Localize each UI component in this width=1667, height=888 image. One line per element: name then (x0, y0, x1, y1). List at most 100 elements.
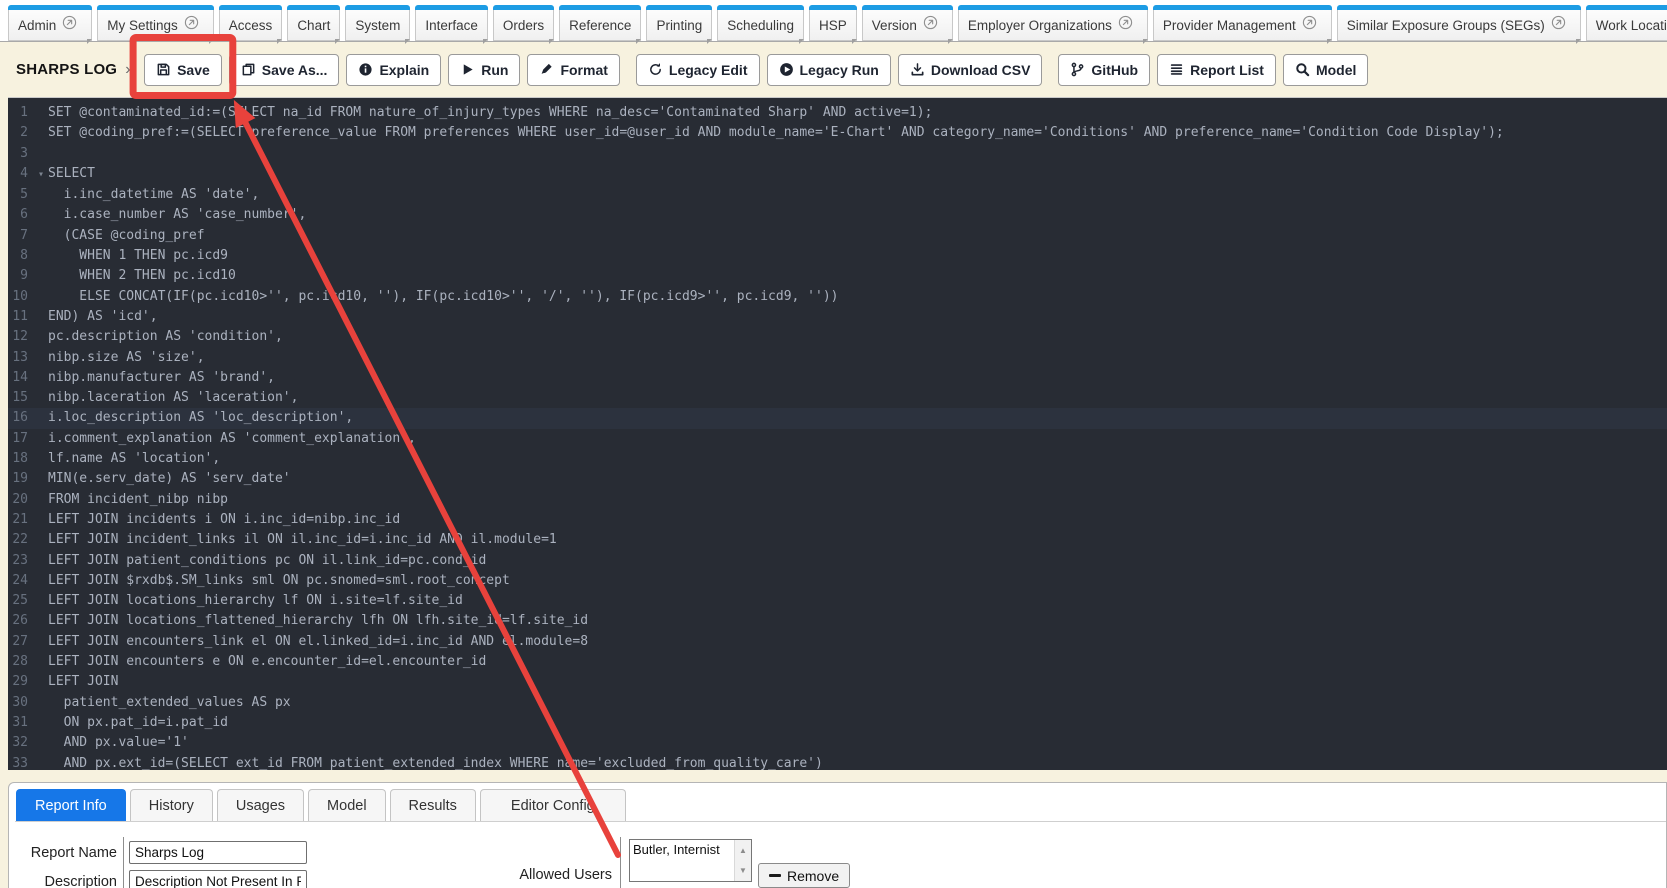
code-line[interactable]: 30 patient_extended_values AS px (8, 693, 1667, 713)
toolbar-button-report-list[interactable]: Report List (1157, 54, 1276, 86)
toolbar-button-run[interactable]: Run (448, 54, 520, 86)
code-line[interactable]: 24LEFT JOIN $rxdb$.SM_links sml ON pc.sn… (8, 571, 1667, 591)
scroll-up-icon[interactable]: ▲ (735, 840, 751, 861)
code-line[interactable]: 6 i.case_number AS 'case_number', (8, 205, 1667, 225)
code-text: MIN(e.serv_date) AS 'serv_date' (48, 471, 291, 486)
code-line[interactable]: 2SET @coding_pref:=(SELECT preference_va… (8, 123, 1667, 143)
toolbar-button-label: Save (177, 62, 210, 78)
tab-editor-config[interactable]: Editor Config (480, 789, 626, 821)
report-toolbar: SHARPS LOG » SaveSave As...ExplainRunFor… (0, 42, 1667, 97)
code-line[interactable]: 19MIN(e.serv_date) AS 'serv_date' (8, 469, 1667, 489)
code-line[interactable]: 10 ELSE CONCAT(IF(pc.icd10>'', pc.icd10,… (8, 287, 1667, 307)
fold-arrow-icon[interactable]: ▾ (34, 165, 48, 185)
nav-tab-reference[interactable]: Reference (559, 5, 641, 41)
nav-tab-employer-organizations[interactable]: Employer Organizations (958, 5, 1148, 41)
code-line[interactable]: 16i.loc_description AS 'loc_description'… (8, 408, 1667, 428)
help-icon[interactable] (923, 15, 943, 35)
code-line[interactable]: 17i.comment_explanation AS 'comment_expl… (8, 429, 1667, 449)
nav-tab-similar-exposure-groups-segs[interactable]: Similar Exposure Groups (SEGs) (1337, 5, 1581, 41)
description-input[interactable] (129, 870, 307, 888)
nav-tab-provider-management[interactable]: Provider Management (1153, 5, 1332, 41)
code-line[interactable]: 13nibp.size AS 'size', (8, 348, 1667, 368)
toolbar-button-download-csv[interactable]: Download CSV (898, 54, 1043, 86)
code-line[interactable]: 12pc.description AS 'condition', (8, 327, 1667, 347)
nav-tab-printing[interactable]: Printing (646, 5, 712, 41)
code-line[interactable]: 32 AND px.value='1' (8, 733, 1667, 753)
toolbar-button-save-as[interactable]: Save As... (229, 54, 340, 86)
code-line[interactable]: 23LEFT JOIN patient_conditions pc ON il.… (8, 551, 1667, 571)
remove-user-button[interactable]: Remove (758, 863, 850, 888)
code-text: LEFT JOIN $rxdb$.SM_links sml ON pc.snom… (48, 573, 510, 588)
code-line[interactable]: 29LEFT JOIN (8, 672, 1667, 692)
code-line[interactable]: 22LEFT JOIN incident_links il ON il.inc_… (8, 530, 1667, 550)
code-line[interactable]: 8 WHEN 1 THEN pc.icd9 (8, 246, 1667, 266)
code-line[interactable]: 15nibp.laceration AS 'laceration', (8, 388, 1667, 408)
list-icon (1169, 62, 1184, 77)
scroll-down-icon[interactable]: ▼ (735, 861, 751, 882)
nav-tab-my-settings[interactable]: My Settings (97, 5, 214, 41)
toolbar-button-save[interactable]: Save (144, 54, 222, 86)
nav-tab-work-locations[interactable]: Work Locations (1586, 5, 1667, 41)
code-line[interactable]: 21LEFT JOIN incidents i ON i.inc_id=nibp… (8, 510, 1667, 530)
code-line[interactable]: 33 AND px.ext_id=(SELECT ext_id FROM pat… (8, 754, 1667, 771)
nav-tab-label: Work Locations (1596, 18, 1667, 33)
code-line[interactable]: 26LEFT JOIN locations_flattened_hierarch… (8, 611, 1667, 631)
tab-report-info[interactable]: Report Info (16, 789, 126, 821)
toolbar-button-legacy-run[interactable]: Legacy Run (767, 54, 891, 86)
code-line[interactable]: 25LEFT JOIN locations_hierarchy lf ON i.… (8, 591, 1667, 611)
code-text: AND px.value='1' (48, 735, 189, 750)
code-text: FROM incident_nibp nibp (48, 492, 228, 507)
line-number: 15 (8, 388, 34, 408)
nav-tab-scheduling[interactable]: Scheduling (717, 5, 804, 41)
allowed-user-option[interactable]: Butler, Internist (630, 840, 734, 859)
listbox-scrollbar: ▲ ▼ (734, 840, 751, 881)
tab-results[interactable]: Results (390, 789, 476, 821)
code-line[interactable]: 14nibp.manufacturer AS 'brand', (8, 368, 1667, 388)
toolbar-button-format[interactable]: Format (527, 54, 619, 86)
code-line[interactable]: 5 i.inc_datetime AS 'date', (8, 185, 1667, 205)
toolbar-button-legacy-edit[interactable]: Legacy Edit (636, 54, 760, 86)
code-line[interactable]: 7 (CASE @coding_pref (8, 226, 1667, 246)
code-line[interactable]: 20FROM incident_nibp nibp (8, 490, 1667, 510)
nav-tab-admin[interactable]: Admin (8, 5, 92, 41)
nav-tab-hsp[interactable]: HSP (809, 5, 857, 41)
code-line[interactable]: 28LEFT JOIN encounters e ON e.encounter_… (8, 652, 1667, 672)
code-line[interactable]: 27LEFT JOIN encounters_link el ON el.lin… (8, 632, 1667, 652)
code-line[interactable]: 11END) AS 'icd', (8, 307, 1667, 327)
code-line[interactable]: 3 (8, 144, 1667, 164)
line-number: 4 (8, 164, 34, 184)
nav-tab-interface[interactable]: Interface (415, 5, 488, 41)
help-icon[interactable] (1551, 15, 1571, 35)
nav-tab-label: Interface (425, 18, 478, 33)
nav-tab-version[interactable]: Version (862, 5, 953, 41)
toolbar-button-explain[interactable]: Explain (346, 54, 441, 86)
code-line[interactable]: 1SET @contaminated_id:=(SELECT na_id FRO… (8, 103, 1667, 123)
code-line[interactable]: 9 WHEN 2 THEN pc.icd10 (8, 266, 1667, 286)
nav-tab-system[interactable]: System (345, 5, 410, 41)
code-line[interactable]: 18lf.name AS 'location', (8, 449, 1667, 469)
help-icon[interactable] (1118, 15, 1138, 35)
report-name-input[interactable] (129, 841, 307, 864)
sql-editor[interactable]: 1SET @contaminated_id:=(SELECT na_id FRO… (8, 97, 1667, 770)
nav-tab-chart[interactable]: Chart (287, 5, 340, 41)
code-line[interactable]: 31 ON px.pat_id=i.pat_id (8, 713, 1667, 733)
help-icon[interactable] (184, 15, 204, 35)
nav-tab-label: Access (229, 18, 273, 33)
tab-model[interactable]: Model (308, 789, 386, 821)
nav-tab-access[interactable]: Access (219, 5, 283, 41)
nav-tab-orders[interactable]: Orders (493, 5, 554, 41)
toolbar-button-model[interactable]: Model (1283, 54, 1368, 86)
help-icon[interactable] (62, 15, 82, 35)
line-number: 8 (8, 246, 34, 266)
line-number: 7 (8, 226, 34, 246)
code-text: patient_extended_values AS px (48, 695, 291, 710)
help-icon[interactable] (1302, 15, 1322, 35)
allowed-users-listbox[interactable]: Butler, Internist ▲ ▼ (629, 839, 752, 882)
toolbar-button-github[interactable]: GitHub (1058, 54, 1150, 86)
nav-tab-label: Similar Exposure Groups (SEGs) (1347, 18, 1545, 33)
line-number: 33 (8, 754, 34, 771)
tab-usages[interactable]: Usages (217, 789, 304, 821)
nav-tab-label: Scheduling (727, 18, 794, 33)
code-line[interactable]: 4▾SELECT (8, 164, 1667, 185)
tab-history[interactable]: History (130, 789, 213, 821)
